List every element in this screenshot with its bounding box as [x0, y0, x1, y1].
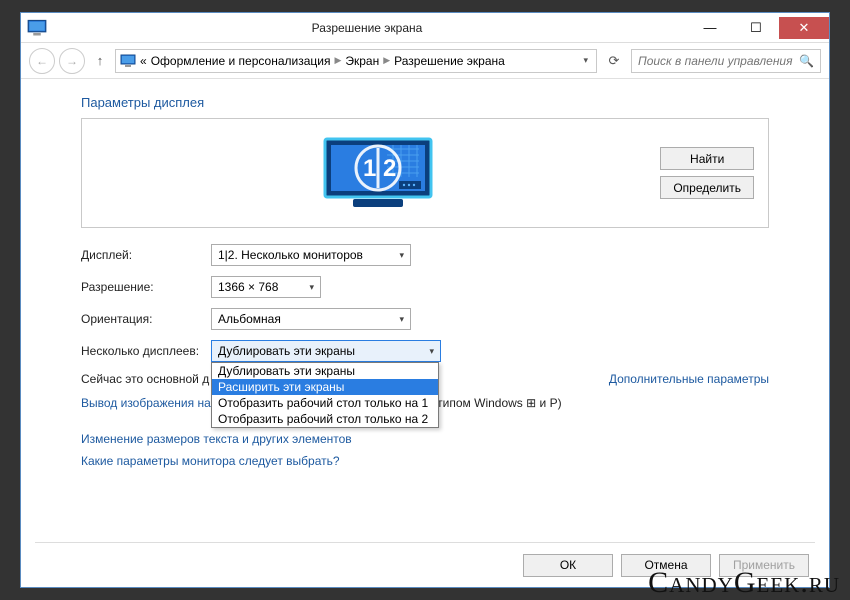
svg-text:1: 1	[363, 155, 376, 182]
projector-hint: отипом Windows ⊞ и P)	[431, 396, 562, 410]
chevron-down-icon: ▾	[393, 250, 404, 261]
content-area: Параметры дисплея 1 2	[21, 79, 829, 542]
titlebar: Разрешение экрана — ☐ ✕	[21, 13, 829, 43]
orientation-value: Альбомная	[218, 312, 281, 326]
multi-displays-combo[interactable]: Дублировать эти экраны ▾ Дублировать эти…	[211, 340, 441, 362]
watermark: CandyGeek.ru	[648, 566, 840, 600]
section-title: Параметры дисплея	[81, 95, 769, 110]
refresh-button[interactable]: ⟳	[601, 49, 627, 73]
resolution-value: 1366 × 768	[218, 280, 278, 294]
title-monitor-icon	[27, 18, 47, 38]
svg-text:2: 2	[383, 155, 396, 182]
which-monitor-link[interactable]: Какие параметры монитора следует выбрать…	[81, 454, 769, 468]
breadcrumb-sep: ▶	[334, 55, 341, 66]
orientation-combo[interactable]: Альбомная ▾	[211, 308, 411, 330]
orientation-label: Ориентация:	[81, 312, 211, 326]
navbar: ← → ↑ « Оформление и персонализация ▶ Эк…	[21, 43, 829, 79]
window: Разрешение экрана — ☐ ✕ ← → ↑ « Оформлен…	[20, 12, 830, 588]
resolution-combo[interactable]: 1366 × 768 ▾	[211, 276, 321, 298]
minimize-button[interactable]: —	[687, 17, 733, 39]
maximize-button[interactable]: ☐	[733, 17, 779, 39]
text-size-link[interactable]: Изменение размеров текста и других элеме…	[81, 432, 769, 446]
multi-displays-label: Несколько дисплеев:	[81, 344, 211, 358]
breadcrumb-item[interactable]: Разрешение экрана	[394, 54, 505, 68]
dropdown-option[interactable]: Дублировать эти экраны	[212, 363, 438, 379]
dropdown-option[interactable]: Расширить эти экраны	[212, 379, 438, 395]
back-button[interactable]: ←	[29, 48, 55, 74]
forward-button[interactable]: →	[59, 48, 85, 74]
multi-displays-value: Дублировать эти экраны	[218, 344, 355, 358]
dropdown-option[interactable]: Отобразить рабочий стол только на 2	[212, 411, 438, 427]
display-combo[interactable]: 1|2. Несколько мониторов ▾	[211, 244, 411, 266]
primary-display-text: Сейчас это основной д	[81, 372, 209, 386]
dropdown-option[interactable]: Отобразить рабочий стол только на 1	[212, 395, 438, 411]
breadcrumb-sep: ▶	[383, 55, 390, 66]
search-box[interactable]: 🔍	[631, 49, 821, 73]
breadcrumb-item[interactable]: Оформление и персонализация	[151, 54, 331, 68]
windows-key-icon: ⊞	[526, 396, 536, 410]
advanced-settings-link[interactable]: Дополнительные параметры	[609, 372, 769, 386]
display-illustration[interactable]: 1 2	[96, 133, 660, 213]
find-button[interactable]: Найти	[660, 147, 754, 170]
window-title: Разрешение экрана	[47, 21, 687, 35]
display-value: 1|2. Несколько мониторов	[218, 248, 363, 262]
chevron-down-icon: ▾	[423, 346, 434, 357]
chevron-down-icon: ▾	[393, 314, 404, 325]
multi-displays-dropdown: Дублировать эти экраны Расширить эти экр…	[211, 362, 439, 428]
chevron-down-icon: ▾	[303, 282, 314, 293]
resolution-label: Разрешение:	[81, 280, 211, 294]
close-button[interactable]: ✕	[779, 17, 829, 39]
projector-link[interactable]: Вывод изображения на	[81, 396, 211, 410]
breadcrumb-prefix: «	[140, 54, 147, 68]
address-drop-icon[interactable]: ▾	[579, 55, 592, 66]
display-preview-box: 1 2 Найти Определить	[81, 118, 769, 228]
address-bar[interactable]: « Оформление и персонализация ▶ Экран ▶ …	[115, 49, 597, 73]
up-button[interactable]: ↑	[89, 50, 111, 72]
ok-button[interactable]: ОК	[523, 554, 613, 577]
search-input[interactable]	[638, 54, 799, 68]
display-label: Дисплей:	[81, 248, 211, 262]
identify-button[interactable]: Определить	[660, 176, 754, 199]
breadcrumb-item[interactable]: Экран	[345, 54, 379, 68]
address-monitor-icon	[120, 53, 136, 69]
search-icon[interactable]: 🔍	[799, 54, 814, 68]
